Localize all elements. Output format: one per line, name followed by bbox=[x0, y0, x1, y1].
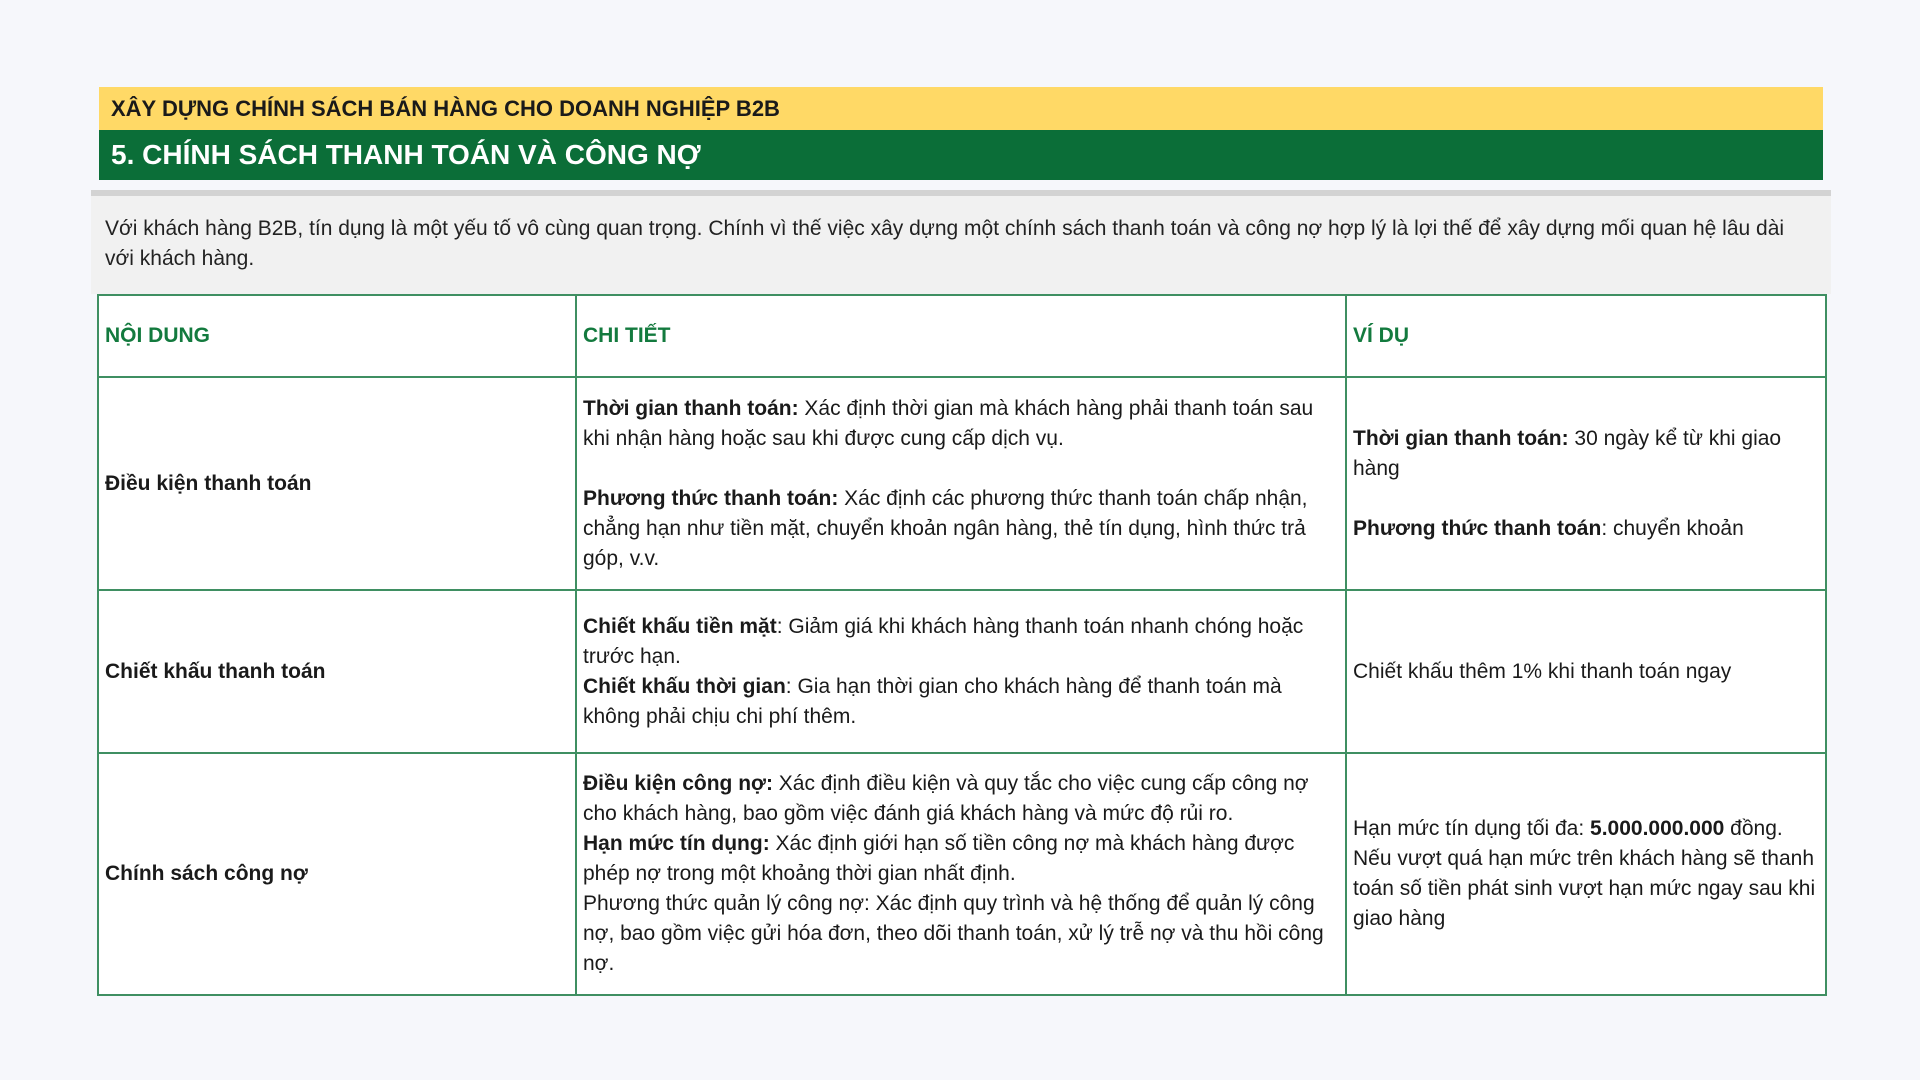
row-detail: Chiết khấu tiền mặt: Giảm giá khi khách … bbox=[575, 589, 1347, 754]
detail-item: Phương thức thanh toán: Xác định các phư… bbox=[583, 484, 1339, 574]
row-detail: Điều kiện công nợ: Xác định điều kiện và… bbox=[575, 752, 1347, 996]
row-label: Điều kiện thanh toán bbox=[97, 376, 577, 591]
row-example: Hạn mức tín dụng tối đa: 5.000.000.000 đ… bbox=[1345, 752, 1827, 996]
document-sheet: XÂY DỰNG CHÍNH SÁCH BÁN HÀNG CHO DOANH N… bbox=[91, 87, 1831, 996]
section-title: 5. CHÍNH SÁCH THANH TOÁN VÀ CÔNG NỢ bbox=[99, 130, 1823, 180]
example-term: Thời gian thanh toán: bbox=[1353, 426, 1569, 450]
example-text: : chuyển khoản bbox=[1601, 516, 1744, 540]
example-item: Phương thức thanh toán: chuyển khoản bbox=[1353, 514, 1819, 544]
column-header-example: VÍ DỤ bbox=[1345, 294, 1827, 378]
row-label: Chính sách công nợ bbox=[97, 752, 577, 996]
detail-text: Phương thức quản lý công nợ: Xác định qu… bbox=[583, 892, 1324, 975]
example-amount: 5.000.000.000 bbox=[1590, 817, 1725, 840]
detail-term: Phương thức thanh toán: bbox=[583, 486, 839, 510]
detail-term: Chiết khấu tiền mặt bbox=[583, 614, 777, 638]
detail-item: Chiết khấu thời gian: Gia hạn thời gian … bbox=[583, 672, 1339, 732]
example-item: Thời gian thanh toán: 30 ngày kể từ khi … bbox=[1353, 424, 1819, 484]
table-row: Chính sách công nợ Điều kiện công nợ: Xá… bbox=[97, 752, 1827, 996]
table-row: Điều kiện thanh toán Thời gian thanh toá… bbox=[97, 376, 1827, 591]
intro-paragraph: Với khách hàng B2B, tín dụng là một yếu … bbox=[91, 196, 1831, 294]
detail-item: Điều kiện công nợ: Xác định điều kiện và… bbox=[583, 769, 1339, 829]
row-example: Thời gian thanh toán: 30 ngày kể từ khi … bbox=[1345, 376, 1827, 591]
detail-item: Phương thức quản lý công nợ: Xác định qu… bbox=[583, 889, 1339, 979]
policy-table: NỘI DUNG CHI TIẾT VÍ DỤ Điều kiện thanh … bbox=[97, 294, 1827, 996]
table-row: Chiết khấu thanh toán Chiết khấu tiền mặ… bbox=[97, 589, 1827, 754]
column-header-content: NỘI DUNG bbox=[97, 294, 577, 378]
row-example: Chiết khấu thêm 1% khi thanh toán ngay bbox=[1345, 589, 1827, 754]
example-term: Phương thức thanh toán bbox=[1353, 516, 1602, 540]
detail-term: Chiết khấu thời gian bbox=[583, 674, 786, 698]
detail-term: Thời gian thanh toán: bbox=[583, 396, 799, 420]
table-header-row: NỘI DUNG CHI TIẾT VÍ DỤ bbox=[97, 294, 1827, 378]
detail-item: Chiết khấu tiền mặt: Giảm giá khi khách … bbox=[583, 612, 1339, 672]
detail-term: Điều kiện công nợ: bbox=[583, 772, 773, 795]
column-header-detail: CHI TIẾT bbox=[575, 294, 1347, 378]
detail-term: Hạn mức tín dụng: bbox=[583, 832, 770, 855]
document-title: XÂY DỰNG CHÍNH SÁCH BÁN HÀNG CHO DOANH N… bbox=[99, 87, 1823, 130]
detail-item: Thời gian thanh toán: Xác định thời gian… bbox=[583, 394, 1339, 454]
row-label: Chiết khấu thanh toán bbox=[97, 589, 577, 754]
example-text: Hạn mức tín dụng tối đa: bbox=[1353, 817, 1591, 840]
row-detail: Thời gian thanh toán: Xác định thời gian… bbox=[575, 376, 1347, 591]
detail-item: Hạn mức tín dụng: Xác định giới hạn số t… bbox=[583, 829, 1339, 889]
